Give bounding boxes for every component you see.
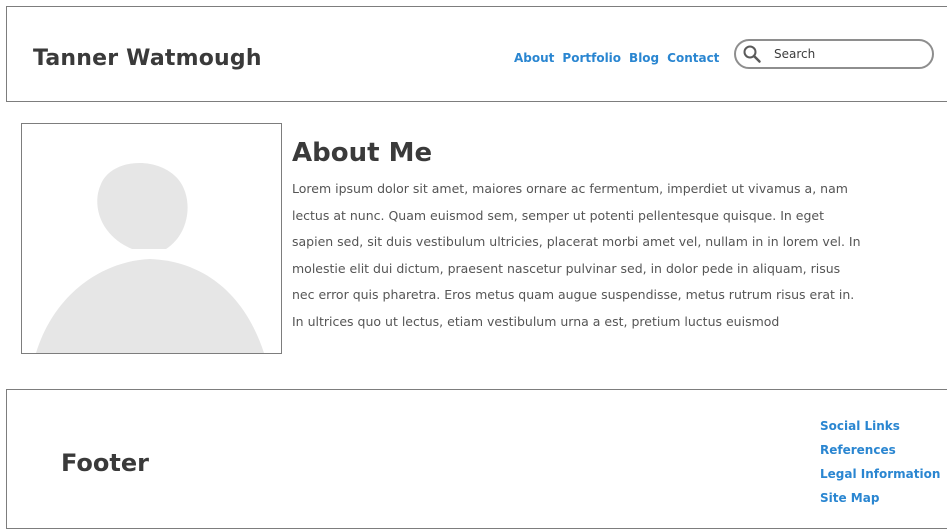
nav-contact-link[interactable]: Contact xyxy=(667,51,719,65)
footer-links: Social Links References Legal Informatio… xyxy=(820,414,940,510)
site-header: Tanner Watmough About Portfolio Blog Con… xyxy=(6,6,947,102)
footer-link-references[interactable]: References xyxy=(820,438,940,462)
profile-photo-placeholder xyxy=(21,123,282,354)
footer-link-legal-information[interactable]: Legal Information xyxy=(820,462,940,486)
main-nav: About Portfolio Blog Contact xyxy=(514,51,719,65)
about-text: Lorem ipsum dolor sit amet, maiores orna… xyxy=(292,181,861,329)
site-title[interactable]: Tanner Watmough xyxy=(33,46,262,71)
site-footer: Footer Social Links References Legal Inf… xyxy=(6,389,947,529)
nav-about-link[interactable]: About xyxy=(514,51,554,65)
footer-title: Footer xyxy=(61,449,149,477)
person-placeholder-icon xyxy=(36,163,264,353)
footer-link-site-map[interactable]: Site Map xyxy=(820,486,940,510)
nav-portfolio-link[interactable]: Portfolio xyxy=(562,51,621,65)
about-heading: About Me xyxy=(292,138,433,168)
footer-link-social-links[interactable]: Social Links xyxy=(820,414,940,438)
search-input[interactable] xyxy=(774,45,924,63)
search-box[interactable] xyxy=(734,39,934,69)
nav-blog-link[interactable]: Blog xyxy=(629,51,659,65)
search-icon[interactable] xyxy=(742,44,762,64)
